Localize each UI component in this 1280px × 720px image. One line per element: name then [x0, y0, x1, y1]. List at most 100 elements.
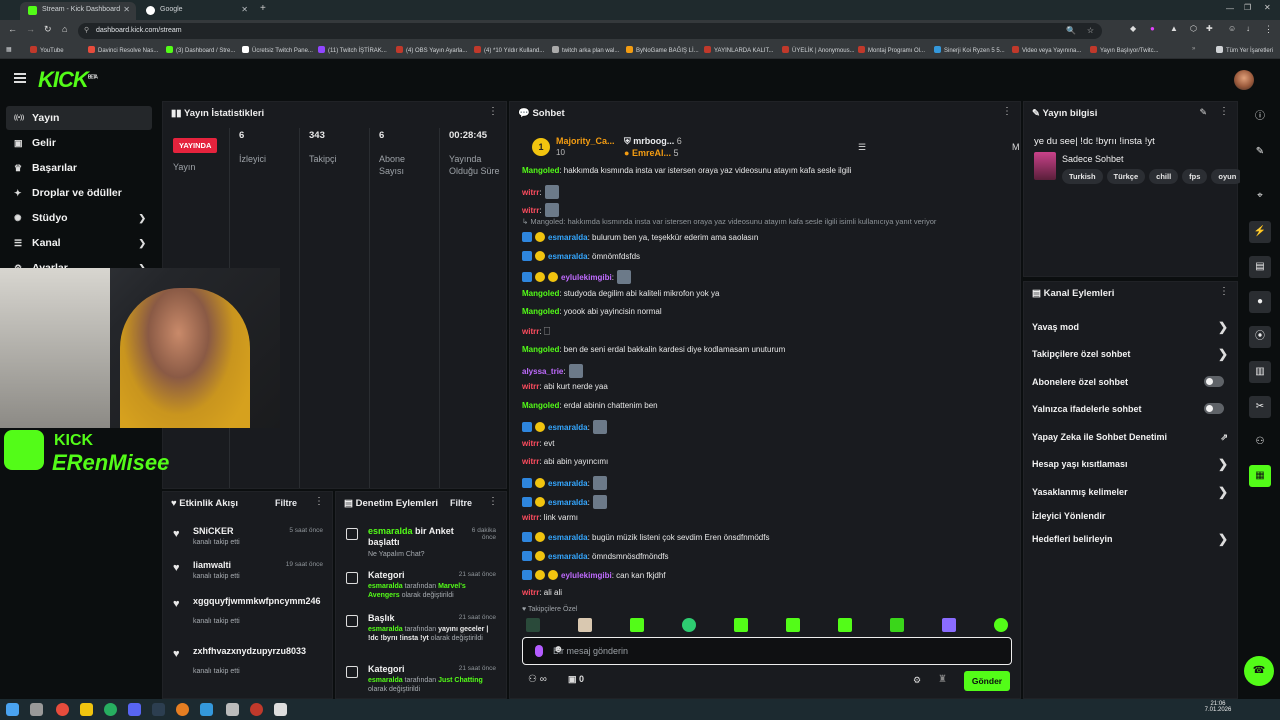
- app-icon[interactable]: [200, 703, 213, 716]
- emoji-icon[interactable]: ☻: [553, 644, 1001, 655]
- chat-username[interactable]: witrr: [522, 327, 539, 336]
- grid-icon[interactable]: ▦: [1249, 465, 1271, 487]
- action-set-goals[interactable]: Hedefleri belirleyin ❯: [1032, 532, 1228, 546]
- edit-icon[interactable]: ✎: [1199, 107, 1207, 118]
- more-options-icon[interactable]: ⋮: [488, 496, 498, 507]
- bookmark-item[interactable]: twitch arka plan wal...: [552, 46, 619, 54]
- send-button[interactable]: Gönder: [964, 671, 1010, 691]
- bookmark-item[interactable]: Video veya Yayınına...: [1012, 46, 1081, 54]
- action-banned-words[interactable]: Yasaklanmış kelimeler ❯: [1032, 485, 1228, 499]
- broadcast-icon[interactable]: ⦿: [1249, 326, 1271, 348]
- emote-icon[interactable]: [578, 618, 592, 632]
- bookmark-item[interactable]: (3) Dashboard / Stre...: [166, 46, 235, 54]
- windows-start-icon[interactable]: [6, 703, 19, 716]
- chat-username[interactable]: eylulekimgibi: [561, 273, 612, 282]
- extension-icon[interactable]: ●: [1150, 24, 1155, 33]
- bookmark-item[interactable]: YouTube: [30, 46, 64, 54]
- more-options-icon[interactable]: ⋮: [1002, 106, 1012, 117]
- app-icon[interactable]: [226, 703, 239, 716]
- channel-points[interactable]: ⚇ ∞: [528, 674, 547, 685]
- chat-username[interactable]: Mangoled: [522, 345, 559, 354]
- sidebar-item-basarilar[interactable]: ♛ Başarılar: [6, 156, 152, 180]
- action-raid[interactable]: İzleyici Yönlendir: [1032, 511, 1228, 521]
- action-ai-moderation[interactable]: Yapay Zeka ile Sohbet Denetimi ⇗: [1032, 432, 1228, 442]
- extensions-puzzle-icon[interactable]: ✚: [1206, 24, 1213, 33]
- action-subscribers-only[interactable]: Abonelere özel sohbet: [1032, 376, 1228, 387]
- all-bookmarks[interactable]: Tüm Yer İşaretleri: [1216, 46, 1273, 54]
- more-options-icon[interactable]: ⋮: [488, 106, 498, 117]
- window-close-icon[interactable]: ✕: [1264, 3, 1271, 12]
- app-icon[interactable]: [176, 703, 189, 716]
- chat-username[interactable]: Mangoled: [522, 401, 559, 410]
- app-icon[interactable]: [274, 703, 287, 716]
- pencil-icon[interactable]: ✎: [1249, 141, 1271, 163]
- filter-button[interactable]: Filtre: [275, 498, 297, 508]
- emote-icon[interactable]: [786, 618, 800, 632]
- back-icon[interactable]: ←: [8, 24, 17, 34]
- bookmark-item[interactable]: (4) OBS Yayın Ayarla...: [396, 46, 467, 54]
- taskview-icon[interactable]: [30, 703, 43, 716]
- bookmark-star-icon[interactable]: ☆: [1087, 23, 1094, 39]
- forward-icon[interactable]: →: [26, 24, 35, 34]
- zoom-icon[interactable]: 🔍: [1066, 23, 1076, 39]
- chrome-icon[interactable]: [104, 703, 117, 716]
- bot-icon[interactable]: ♜: [938, 674, 947, 685]
- emote-icon[interactable]: [526, 618, 540, 632]
- close-tab-icon[interactable]: ✕: [123, 2, 130, 18]
- chat-username[interactable]: esmaralda: [548, 479, 588, 488]
- chat-message-input[interactable]: Bir mesaj gönderin ☻: [522, 637, 1012, 665]
- support-icon[interactable]: ☎: [1244, 656, 1274, 686]
- app-icon[interactable]: [56, 703, 69, 716]
- emote-icon[interactable]: [734, 618, 748, 632]
- bookmark-item[interactable]: Montaj Programı Ol...: [858, 46, 925, 54]
- toggle-switch[interactable]: [1204, 376, 1224, 387]
- chat-username[interactable]: witrr: [522, 457, 539, 466]
- chat-username[interactable]: Mangoled: [522, 166, 559, 175]
- bookmark-item[interactable]: YAYINLARDA KALIT...: [704, 46, 773, 54]
- microphone-icon[interactable]: [535, 645, 543, 657]
- filter-button[interactable]: Filtre: [450, 498, 472, 508]
- bookmark-item[interactable]: Yayın Başlıyor/Twitc...: [1090, 46, 1159, 54]
- gift-counter[interactable]: ▣ 0: [568, 674, 584, 685]
- chat-username[interactable]: witrr: [522, 513, 539, 522]
- chat-username[interactable]: witrr: [522, 382, 539, 391]
- chat-username[interactable]: esmaralda: [548, 423, 588, 432]
- bookmark-item[interactable]: ByNoGame BAĞIŞ Lİ...: [626, 46, 699, 54]
- action-account-age[interactable]: Hesap yaşı kısıtlaması ❯: [1032, 457, 1228, 471]
- close-tab-icon[interactable]: ✕: [241, 2, 248, 18]
- emote-icon[interactable]: [630, 618, 644, 632]
- obs-icon[interactable]: [250, 703, 263, 716]
- chat-username[interactable]: witrr: [522, 439, 539, 448]
- kick-logo[interactable]: KICKBETA: [38, 67, 98, 93]
- extension-icon[interactable]: ◆: [1130, 24, 1136, 33]
- chat-username[interactable]: esmaralda: [548, 533, 588, 542]
- bookmark-item[interactable]: (4) *10 Yıldır Kulland...: [474, 46, 544, 54]
- profile-icon[interactable]: ☺: [1228, 24, 1236, 33]
- users-icon[interactable]: ⚇: [1249, 431, 1271, 453]
- reload-icon[interactable]: ↻: [44, 24, 52, 35]
- sidebar-item-kanal[interactable]: ☰ Kanal ❯: [6, 231, 152, 255]
- emote-icon[interactable]: [682, 618, 696, 632]
- download-icon[interactable]: ↓: [1246, 24, 1250, 33]
- document-icon[interactable]: ▤: [1249, 256, 1271, 278]
- chat-username[interactable]: esmaralda: [548, 498, 588, 507]
- bookmark-item[interactable]: Davinci Resolve Nas...: [88, 46, 158, 54]
- folder-icon[interactable]: [80, 703, 93, 716]
- chat-username[interactable]: esmaralda: [548, 552, 588, 561]
- home-icon[interactable]: ⌂: [62, 24, 67, 34]
- chat-username[interactable]: esmaralda: [548, 233, 588, 242]
- bookmark-item[interactable]: Ücretsiz Twitch Pane...: [242, 46, 313, 54]
- chat-username[interactable]: Mangoled: [522, 289, 559, 298]
- chat-username[interactable]: witrr: [522, 206, 539, 215]
- toggle-switch[interactable]: [1204, 403, 1224, 414]
- discord-icon[interactable]: [128, 703, 141, 716]
- chat-icon[interactable]: ●: [1249, 291, 1271, 313]
- collapse-icon[interactable]: ☰: [858, 142, 866, 153]
- bookmarks-overflow-icon[interactable]: »: [1192, 46, 1195, 52]
- sidebar-item-studyo[interactable]: ✺ Stüdyo ❯: [6, 206, 152, 230]
- action-emotes-only[interactable]: Yalnızca ifadelerle sohbet: [1032, 403, 1228, 414]
- info-icon[interactable]: ⓘ: [1249, 106, 1271, 128]
- chat-username[interactable]: eylulekimgibi: [561, 571, 612, 580]
- lightning-icon[interactable]: ⚡: [1249, 221, 1271, 243]
- hamburger-menu-icon[interactable]: [14, 73, 26, 83]
